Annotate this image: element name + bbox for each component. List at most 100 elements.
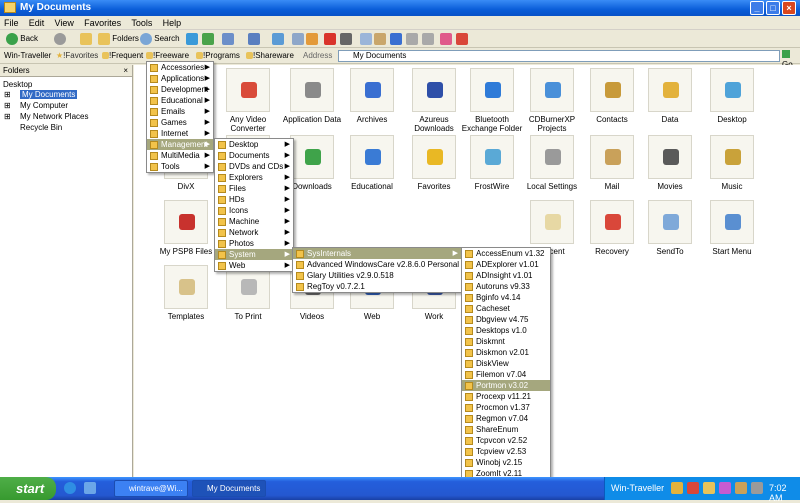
- tree-item-my-documents[interactable]: My Documents: [20, 90, 78, 99]
- folder-item[interactable]: Contacts: [580, 68, 644, 124]
- options-button[interactable]: [222, 32, 234, 46]
- maximize-button[interactable]: □: [766, 1, 780, 15]
- folder-item[interactable]: Mail: [580, 135, 644, 191]
- folder-item[interactable]: SendTo: [638, 200, 702, 256]
- menu-item[interactable]: Winobj v2.15: [462, 457, 550, 468]
- taskbar-item-wintraveller[interactable]: wintrave@Wi...: [114, 480, 188, 497]
- menu-item[interactable]: Regmon v7.04: [462, 413, 550, 424]
- menu-item[interactable]: Documents ▶: [215, 150, 293, 161]
- folder-item[interactable]: CDBurnerXP Projects: [520, 68, 584, 133]
- menu-edit[interactable]: Edit: [25, 16, 49, 28]
- tools-button[interactable]: [456, 32, 468, 46]
- tree-item-recycle-bin[interactable]: Recycle Bin: [20, 123, 62, 132]
- menu-item[interactable]: ADExplorer v1.01: [462, 259, 550, 270]
- menu-item[interactable]: Procexp v11.21: [462, 391, 550, 402]
- folder-item[interactable]: Azureus Downloads: [402, 68, 466, 133]
- delete-button[interactable]: [324, 32, 336, 46]
- views-button[interactable]: [248, 32, 260, 46]
- folder-item[interactable]: Local Settings: [520, 135, 584, 191]
- menu-item[interactable]: Explorers ▶: [215, 172, 293, 183]
- folder-item[interactable]: Music: [700, 135, 764, 191]
- ie-icon[interactable]: [64, 482, 76, 494]
- menu-item[interactable]: Management ▶: [147, 139, 213, 150]
- menu-item[interactable]: Filemon v7.04: [462, 369, 550, 380]
- folders-button[interactable]: Folders: [98, 32, 139, 46]
- folder-item[interactable]: Educational: [340, 135, 404, 191]
- show-desktop-icon[interactable]: [84, 482, 96, 494]
- folder-item[interactable]: Data: [638, 68, 702, 124]
- folder-item[interactable]: Application Data: [280, 68, 344, 124]
- expand-icon[interactable]: ⊞: [4, 101, 11, 110]
- tray-folder-icon[interactable]: [703, 482, 715, 494]
- tree-item-my-network-places[interactable]: My Network Places: [20, 112, 88, 121]
- menu-item[interactable]: Accessories ▶: [147, 62, 213, 73]
- link-frequent[interactable]: !Frequent: [102, 51, 143, 60]
- menu-item[interactable]: DiskView: [462, 358, 550, 369]
- menu-item[interactable]: AccessEnum v1.32: [462, 248, 550, 259]
- menu-help[interactable]: Help: [159, 16, 186, 28]
- menu-item[interactable]: DVDs and CDs ▶: [215, 161, 293, 172]
- folder-item[interactable]: To Print: [216, 265, 280, 321]
- favorites-button[interactable]: [440, 32, 452, 46]
- paste-button[interactable]: [374, 32, 386, 46]
- menu-item[interactable]: SysInternals ▶: [293, 248, 461, 259]
- start-button[interactable]: start: [0, 477, 56, 500]
- tree-item-my-computer[interactable]: My Computer: [20, 101, 68, 110]
- undo-button[interactable]: [390, 32, 402, 46]
- link-win-traveller[interactable]: Win-Traveller: [4, 51, 51, 60]
- menu-item[interactable]: ShareEnum: [462, 424, 550, 435]
- back-button[interactable]: Back: [6, 32, 38, 46]
- menu-item[interactable]: Portmon v3.02: [462, 380, 550, 391]
- menu-item[interactable]: Emails ▶: [147, 106, 213, 117]
- menu-item[interactable]: RegToy v0.7.2.1: [293, 281, 461, 292]
- forward-button[interactable]: [54, 32, 66, 46]
- menu-item[interactable]: Web ▶: [215, 260, 293, 271]
- folder-item[interactable]: Archives: [340, 68, 404, 124]
- menu-item[interactable]: Tcpvcon v2.52: [462, 435, 550, 446]
- refresh-button[interactable]: [186, 32, 198, 46]
- menu-tools[interactable]: Tools: [127, 16, 156, 28]
- menu-favorites[interactable]: Favorites: [80, 16, 125, 28]
- menu-item[interactable]: Desktops v1.0: [462, 325, 550, 336]
- menu-item[interactable]: Dbgview v4.75: [462, 314, 550, 325]
- menu-item[interactable]: Games ▶: [147, 117, 213, 128]
- expand-icon[interactable]: ⊞: [4, 112, 11, 121]
- tray-app-icon[interactable]: [687, 482, 699, 494]
- folder-item[interactable]: Favorites: [402, 135, 466, 191]
- close-pane-icon[interactable]: ×: [123, 65, 128, 77]
- menu-item[interactable]: Machine ▶: [215, 216, 293, 227]
- edit-button[interactable]: [306, 32, 318, 46]
- grid-view-button[interactable]: [272, 32, 284, 46]
- copy-button[interactable]: [360, 32, 372, 46]
- menu-item[interactable]: Applications ▶: [147, 73, 213, 84]
- menu-item[interactable]: HDs ▶: [215, 194, 293, 205]
- tray-network-icon[interactable]: [751, 482, 763, 494]
- link-favorites[interactable]: ★!Favorites: [56, 51, 98, 60]
- menu-item[interactable]: Tcpview v2.53: [462, 446, 550, 457]
- menu-view[interactable]: View: [51, 16, 78, 28]
- tree-item-desktop[interactable]: Desktop: [3, 80, 32, 89]
- menu-item[interactable]: Files ▶: [215, 183, 293, 194]
- menu-item[interactable]: Bginfo v4.14: [462, 292, 550, 303]
- minimize-button[interactable]: _: [750, 1, 764, 15]
- folder-item[interactable]: Templates: [154, 265, 218, 321]
- menu-file[interactable]: File: [0, 16, 23, 28]
- close-button[interactable]: ×: [782, 1, 796, 15]
- menu-item[interactable]: Glary Utilities v2.9.0.518: [293, 270, 461, 281]
- menu-item[interactable]: Autoruns v9.33: [462, 281, 550, 292]
- folder-item[interactable]: My PSP8 Files: [154, 200, 218, 256]
- menu-item[interactable]: Tools ▶: [147, 161, 213, 172]
- folder-item[interactable]: Start Menu: [700, 200, 764, 256]
- folder-item[interactable]: FrostWire: [460, 135, 524, 191]
- properties-button[interactable]: [292, 32, 304, 46]
- search-button[interactable]: Search: [140, 32, 180, 46]
- folder-item[interactable]: Desktop: [700, 68, 764, 124]
- sync-button[interactable]: [202, 32, 214, 46]
- menu-item[interactable]: Desktop ▶: [215, 139, 293, 150]
- menu-item[interactable]: Advanced WindowsCare v2.8.6.0 Personal: [293, 259, 461, 270]
- move-to-button[interactable]: [406, 32, 418, 46]
- menu-item[interactable]: Internet ▶: [147, 128, 213, 139]
- menu-item[interactable]: Educational ▶: [147, 95, 213, 106]
- folder-item[interactable]: Bluetooth Exchange Folder: [460, 68, 524, 133]
- menu-item[interactable]: Cacheset: [462, 303, 550, 314]
